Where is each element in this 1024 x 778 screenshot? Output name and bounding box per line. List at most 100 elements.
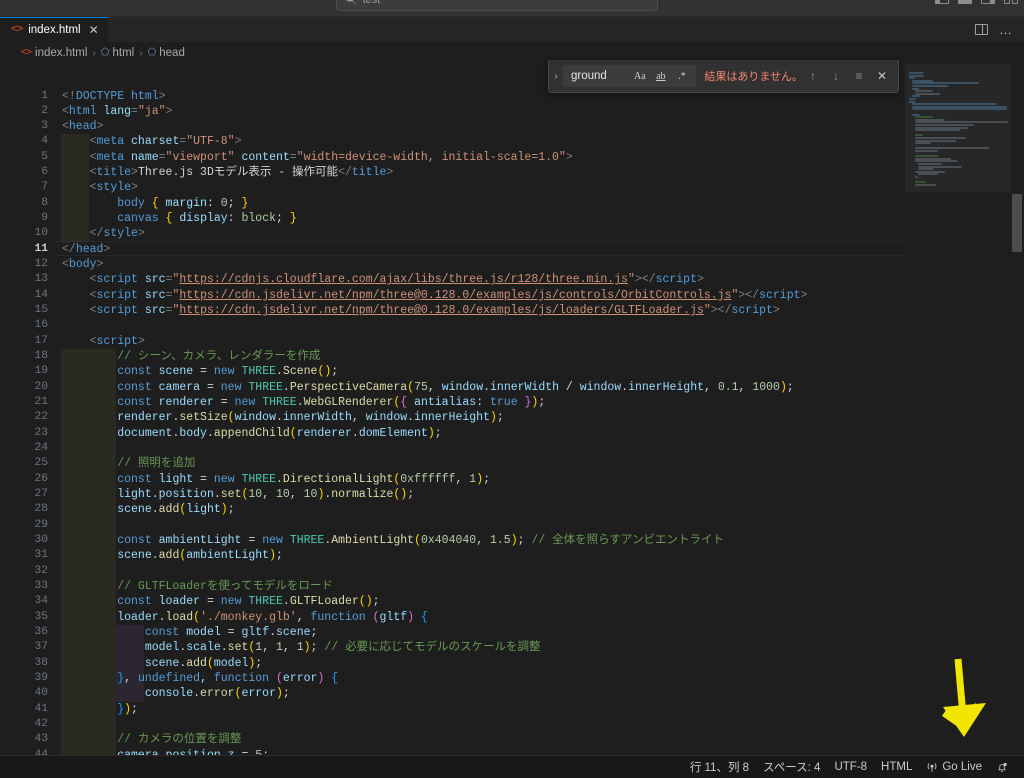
code-line[interactable]: // カメラの位置を調整 <box>62 732 241 747</box>
status-cursor-position[interactable]: 行 11、列 8 <box>683 756 756 778</box>
use-regex-icon[interactable]: .* <box>672 67 691 85</box>
code-line[interactable]: const model = gltf.scene; <box>62 625 318 640</box>
line-number: 29 <box>34 518 48 531</box>
more-actions-icon[interactable]: … <box>999 23 1013 36</box>
next-match-icon[interactable]: ↓ <box>826 66 846 86</box>
status-indentation[interactable]: スペース: 4 <box>756 756 827 778</box>
broadcast-icon <box>927 763 937 772</box>
code-line[interactable]: scene.add(model); <box>62 656 262 671</box>
code-line[interactable]: <!DOCTYPE html> <box>62 89 166 104</box>
code-line[interactable]: console.error(error); <box>62 686 290 701</box>
code-line[interactable]: const light = new THREE.DirectionalLight… <box>62 472 490 487</box>
code-line[interactable]: model.scale.set(1, 1, 1); // 必要に応じてモデルのス… <box>62 640 541 655</box>
status-go-live[interactable]: Go Live <box>919 756 989 778</box>
code-line[interactable]: document.body.appendChild(renderer.domEl… <box>62 426 441 441</box>
code-line[interactable]: <script src="https://cdn.jsdelivr.net/np… <box>62 303 780 318</box>
minimap-line <box>915 176 918 178</box>
line-number: 7 <box>41 181 48 194</box>
code-line[interactable]: renderer.setSize(window.innerWidth, wind… <box>62 410 504 425</box>
code-line[interactable]: <body> <box>62 257 103 272</box>
code-content[interactable]: <!DOCTYPE html> <html lang="ja"> <head> <m… <box>56 64 1024 756</box>
line-number: 37 <box>34 641 48 654</box>
code-line[interactable]: </style> <box>62 226 145 241</box>
code-line[interactable]: canvas { display: block; } <box>62 211 297 226</box>
match-case-icon[interactable]: Aa <box>630 67 649 85</box>
code-line[interactable]: }); <box>62 702 138 717</box>
code-line[interactable]: const scene = new THREE.Scene(); <box>62 364 338 379</box>
close-find-icon[interactable]: ✕ <box>872 66 892 86</box>
code-line[interactable]: body { margin: 0; } <box>62 196 248 211</box>
code-line[interactable]: <html lang="ja"> <box>62 104 172 119</box>
line-number: 22 <box>34 411 48 424</box>
find-input[interactable]: ground <box>571 70 628 82</box>
breadcrumb-item-file[interactable]: <> index.html <box>21 47 87 59</box>
minimap-line <box>915 142 932 145</box>
close-icon[interactable]: ✕ <box>89 24 99 36</box>
minimap-line <box>918 163 942 165</box>
minimap-line <box>909 77 915 80</box>
code-line[interactable]: }, undefined, function (error) { <box>62 671 338 686</box>
breadcrumb-item-html[interactable]: ⬠ html <box>101 47 134 59</box>
code-line[interactable]: const renderer = new THREE.WebGLRenderer… <box>62 395 545 410</box>
vertical-scrollbar[interactable] <box>1010 64 1024 755</box>
code-line[interactable]: // シーン、カメラ、レンダラーを作成 <box>62 349 320 364</box>
minimap-line <box>909 72 924 74</box>
toggle-secondary-sidebar-icon[interactable] <box>981 0 995 4</box>
find-in-selection-icon[interactable]: ≡ <box>849 66 869 86</box>
minimap-line <box>915 90 934 93</box>
minimap-line <box>912 85 949 87</box>
code-line[interactable]: // GLTFLoaderを使ってモデルをロード <box>62 579 333 594</box>
whole-word-icon[interactable]: ab <box>651 67 670 85</box>
split-editor-icon[interactable] <box>975 24 988 35</box>
code-line[interactable]: // 照明を追加 <box>62 456 195 471</box>
code-line[interactable]: const camera = new THREE.PerspectiveCame… <box>62 380 794 395</box>
code-line[interactable]: <script src="https://cdn.jsdelivr.net/np… <box>62 288 808 303</box>
quick-input-box[interactable]: 🔍 test <box>336 0 658 11</box>
code-line[interactable]: <title>Three.js 3Dモデル表示 - 操作可能</title> <box>62 165 394 180</box>
html5-icon: <> <box>11 24 23 36</box>
bell-dot-icon <box>998 762 1007 772</box>
status-notifications[interactable] <box>989 756 1015 778</box>
code-line[interactable]: <style> <box>62 180 138 195</box>
code-line[interactable]: <script> <box>62 334 145 349</box>
code-line[interactable]: <meta name="viewport" content="width=dev… <box>62 150 573 165</box>
toggle-primary-sidebar-icon[interactable] <box>935 0 949 4</box>
code-line[interactable]: <meta charset="UTF-8"> <box>62 134 242 149</box>
code-line[interactable]: const loader = new THREE.GLTFLoader(); <box>62 594 379 609</box>
line-number-gutter: 1 2 3 4 5 6 7 8 9 10 11 12 13 14 15 16 17 18 19 20 21 22 23 24 2… <box>0 64 56 755</box>
previous-match-icon[interactable]: ↑ <box>803 66 823 86</box>
line-number: 8 <box>41 196 48 209</box>
scrollbar-thumb[interactable] <box>1012 194 1022 252</box>
code-line[interactable]: light.position.set(10, 10, 10).normalize… <box>62 487 414 502</box>
code-line[interactable]: scene.add(light); <box>62 502 234 517</box>
symbol-field-icon: ⬠ <box>100 48 110 59</box>
symbol-field-icon: ⬠ <box>147 48 157 59</box>
line-number: 34 <box>34 595 48 608</box>
toggle-replace-icon[interactable]: › <box>549 71 563 82</box>
find-input-wrapper[interactable]: ground Aa ab .* <box>562 65 697 87</box>
code-editor[interactable]: 1 2 3 4 5 6 7 8 9 10 11 12 13 14 15 16 17 18 19 20 21 22 23 24 2… <box>0 64 1024 755</box>
code-line[interactable]: const ambientLight = new THREE.AmbientLi… <box>62 533 724 548</box>
code-line[interactable]: scene.add(ambientLight); <box>62 548 283 563</box>
line-number: 27 <box>34 488 48 501</box>
code-line[interactable]: <head> <box>62 119 103 134</box>
toggle-panel-icon[interactable] <box>958 0 972 4</box>
line-number: 42 <box>34 718 48 731</box>
find-actions: ↑ ↓ ≡ ✕ <box>803 66 898 86</box>
line-number: 21 <box>34 396 48 409</box>
minimap[interactable] <box>905 64 1010 755</box>
find-widget[interactable]: › ground Aa ab .* 結果はありません。 ↑ ↓ ≡ ✕ <box>548 60 899 93</box>
code-line[interactable]: camera.position.z = 5; <box>62 748 269 755</box>
tab-index-html[interactable]: <> index.html ✕ <box>0 17 109 42</box>
customize-layout-icon[interactable] <box>1004 0 1018 4</box>
line-number: 14 <box>34 288 48 301</box>
status-language-mode[interactable]: HTML <box>874 756 919 778</box>
breadcrumb-item-head[interactable]: ⬠ head <box>148 47 185 59</box>
line-number: 30 <box>34 534 48 547</box>
line-number: 44 <box>34 748 48 755</box>
code-line[interactable]: loader.load('./monkey.glb', function (gl… <box>62 610 428 625</box>
code-line[interactable]: <script src="https://cdnjs.cloudflare.co… <box>62 272 704 287</box>
code-line[interactable]: </head> <box>62 242 110 257</box>
status-encoding[interactable]: UTF-8 <box>827 756 874 778</box>
line-number: 10 <box>34 227 48 240</box>
